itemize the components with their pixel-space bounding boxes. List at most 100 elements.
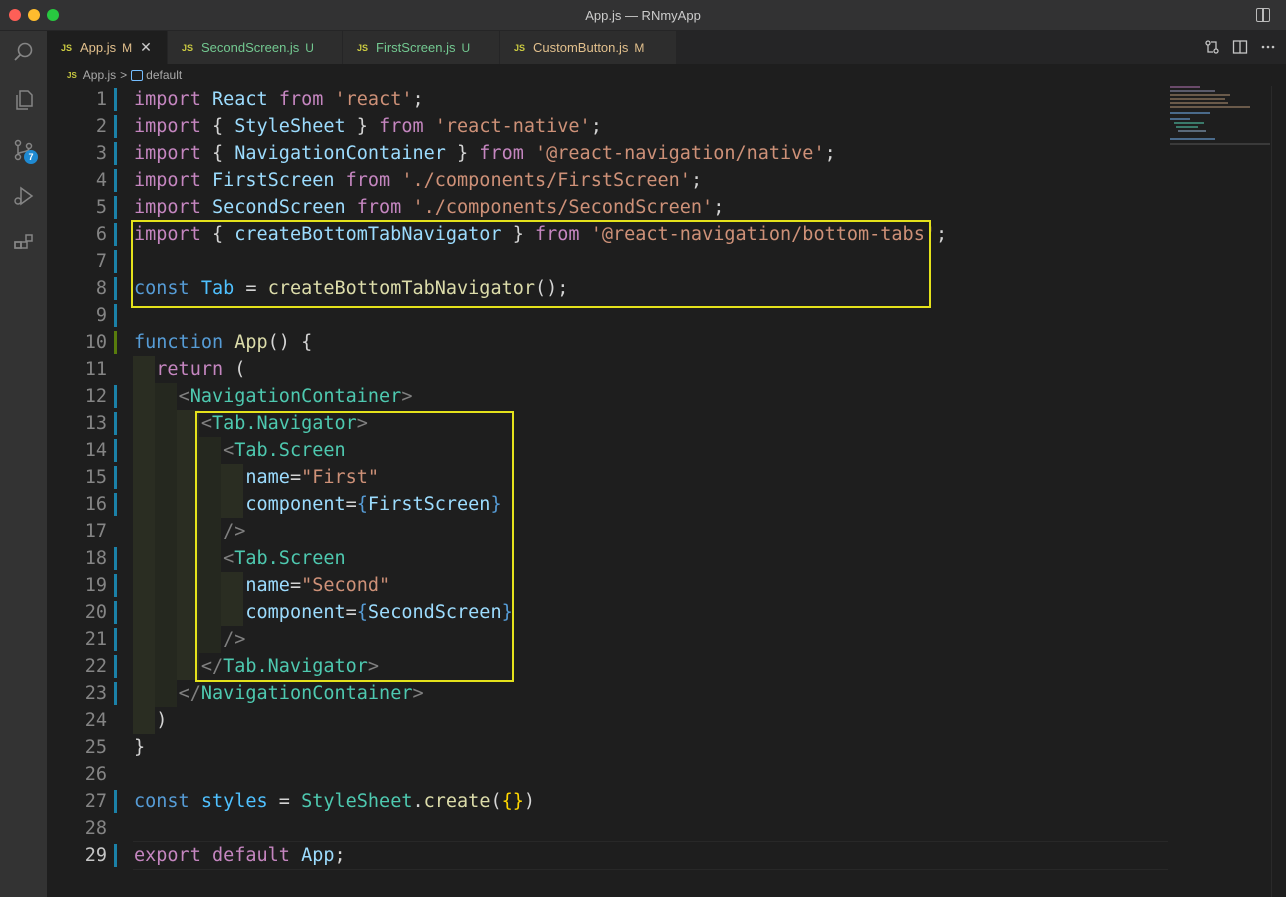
line-number: 15 (84, 467, 107, 488)
code-line: 10 function App() { (47, 329, 1167, 356)
git-modified-marker (114, 385, 117, 408)
line-number: 20 (84, 602, 107, 623)
minimap-line (1170, 106, 1250, 108)
tab-custom-button[interactable]: JS CustomButton.js M (500, 31, 677, 64)
code-text: function App() { (134, 332, 313, 353)
breadcrumb-symbol[interactable]: default (146, 68, 182, 82)
git-modified-marker (114, 277, 117, 300)
line-number: 26 (84, 764, 107, 785)
annotation-box-tab-navigator (195, 411, 514, 682)
line-number: 24 (84, 710, 107, 731)
code-text: <NavigationContainer> (178, 386, 413, 407)
tab-label: FirstScreen.js (376, 40, 456, 55)
git-modified-marker (114, 169, 117, 192)
line-number: 11 (84, 359, 107, 380)
line-number: 8 (95, 278, 107, 299)
git-modified-marker (114, 493, 117, 516)
js-file-icon: JS (67, 70, 77, 80)
git-modified-marker (114, 655, 117, 678)
line-number: 3 (95, 143, 107, 164)
line-number: 6 (95, 224, 107, 245)
breadcrumb-file[interactable]: App.js (83, 68, 116, 82)
code-line: 27 const styles = StyleSheet.create({}) (47, 788, 1167, 815)
line-number: 4 (95, 170, 107, 191)
code-line: 25 } (47, 734, 1167, 761)
activity-bar: 7 (0, 31, 47, 897)
code-line: 11 return ( (47, 356, 1167, 383)
minimap-line (1170, 94, 1230, 96)
breadcrumb-separator: > (120, 68, 128, 82)
minimap-line (1170, 102, 1228, 104)
git-modified-marker (114, 412, 117, 435)
line-number: 16 (84, 494, 107, 515)
editor-actions (1204, 39, 1276, 55)
minimap[interactable] (1170, 86, 1273, 146)
line-number: 2 (95, 116, 107, 137)
minimap-line (1174, 122, 1204, 124)
files-icon[interactable] (0, 85, 47, 115)
line-number: 18 (84, 548, 107, 569)
tab-status: U (305, 40, 314, 55)
git-modified-marker (114, 142, 117, 165)
tab-first-screen[interactable]: JS FirstScreen.js U (343, 31, 500, 64)
code-text: import { StyleSheet } from 'react-native… (134, 116, 602, 137)
git-modified-marker (114, 844, 117, 867)
line-number: 27 (84, 791, 107, 812)
tab-label: SecondScreen.js (201, 40, 300, 55)
git-modified-marker (114, 682, 117, 705)
line-number: 25 (84, 737, 107, 758)
source-control-badge: 7 (24, 150, 38, 164)
code-line: 5 import SecondScreen from './components… (47, 194, 1167, 221)
source-control-icon[interactable] (0, 135, 47, 165)
compare-changes-icon[interactable] (1204, 39, 1220, 55)
code-text: import React from 'react'; (134, 89, 424, 110)
git-modified-marker (114, 304, 117, 327)
git-modified-marker (114, 88, 117, 111)
editor-tab-bar: JS App.js M ✕ JS SecondScreen.js U JS Fi… (47, 31, 1286, 64)
code-line: 2 import { StyleSheet } from 'react-nati… (47, 113, 1167, 140)
git-added-marker (114, 331, 117, 354)
code-line: 4 import FirstScreen from './components/… (47, 167, 1167, 194)
search-icon[interactable] (0, 37, 47, 67)
line-number: 12 (84, 386, 107, 407)
code-line: 28 (47, 815, 1167, 842)
line-number: 29 (84, 845, 107, 866)
line-number: 7 (95, 251, 107, 272)
code-editor[interactable]: 1 import React from 'react'; 2 import { … (47, 86, 1286, 897)
minimap-line (1170, 112, 1210, 114)
tab-status: M (122, 40, 133, 55)
line-number: 1 (95, 89, 107, 110)
tab-app-js[interactable]: JS App.js M ✕ (47, 31, 168, 64)
tab-status: M (634, 40, 645, 55)
git-modified-marker (114, 439, 117, 462)
minimap-line (1176, 126, 1198, 128)
split-editor-icon[interactable] (1232, 39, 1248, 55)
close-icon[interactable]: ✕ (140, 39, 152, 56)
window-title: App.js — RNmyApp (585, 8, 701, 23)
js-file-icon: JS (514, 42, 526, 53)
tab-second-screen[interactable]: JS SecondScreen.js U (168, 31, 343, 64)
tab-status: U (461, 40, 471, 55)
git-modified-marker (114, 196, 117, 219)
minimap-line (1178, 130, 1206, 132)
annotation-box-imports (131, 220, 931, 308)
git-modified-marker (114, 601, 117, 624)
line-number: 23 (84, 683, 107, 704)
vertical-scrollbar[interactable] (1271, 86, 1286, 897)
toggle-layout-icon[interactable] (1256, 8, 1270, 22)
breadcrumb: JS App.js > default (47, 64, 1286, 86)
run-debug-icon[interactable] (0, 181, 47, 211)
code-text: import FirstScreen from './components/Fi… (134, 170, 703, 191)
extensions-icon[interactable] (0, 229, 47, 259)
git-modified-marker (114, 115, 117, 138)
code-line: 24 ) (47, 707, 1167, 734)
symbol-icon (131, 69, 144, 81)
js-file-icon: JS (357, 42, 369, 53)
line-number: 17 (84, 521, 107, 542)
code-line: 23 </NavigationContainer> (47, 680, 1167, 707)
code-line: 3 import { NavigationContainer } from '@… (47, 140, 1167, 167)
more-actions-icon[interactable] (1260, 39, 1276, 55)
minimap-line (1170, 86, 1200, 88)
line-number: 21 (84, 629, 107, 650)
git-modified-marker (114, 790, 117, 813)
